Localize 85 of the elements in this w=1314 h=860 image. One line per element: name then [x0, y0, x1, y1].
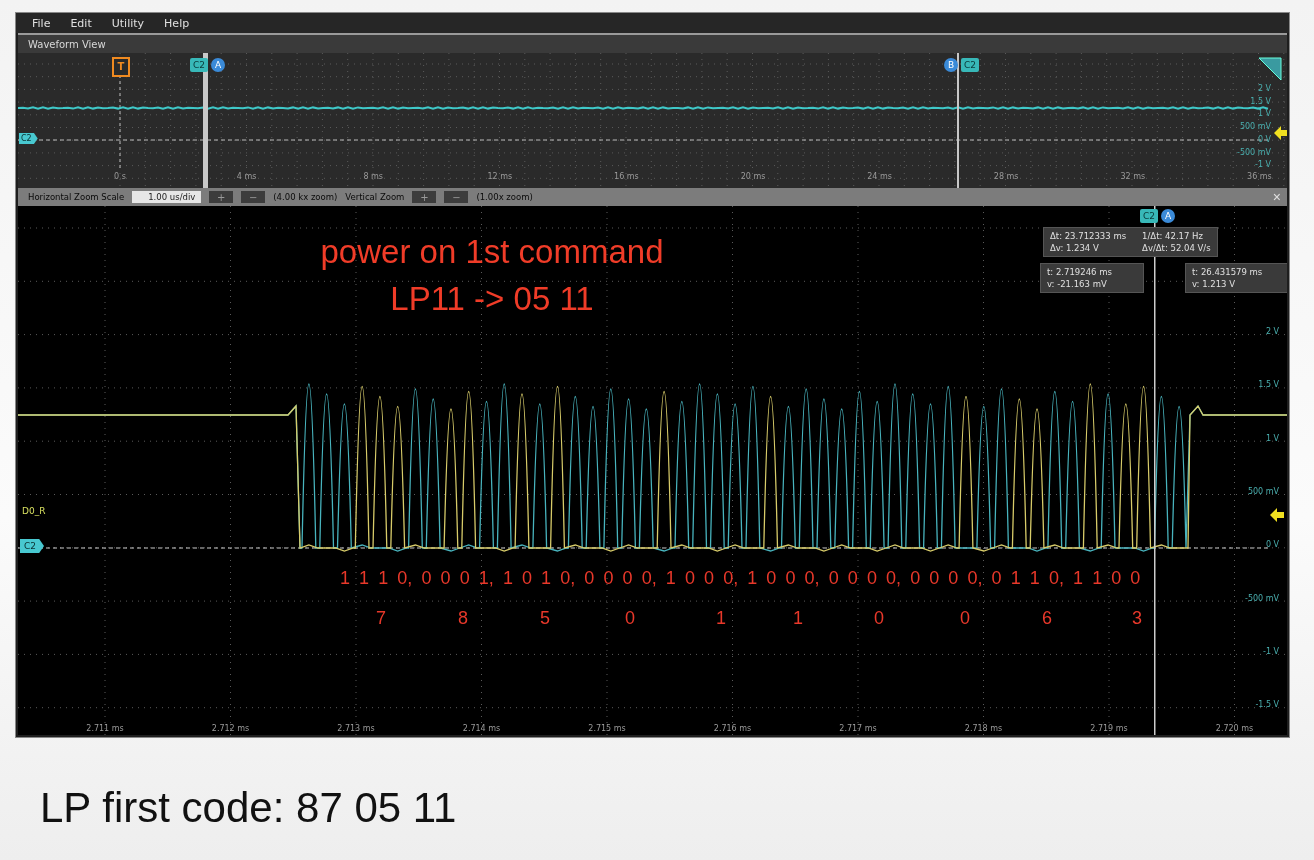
- readout-value: 1/Δt: 42.17 Hz: [1142, 230, 1204, 242]
- zoom-label: Horizontal Zoom Scale: [28, 192, 125, 202]
- axis-label: 20 ms: [740, 172, 766, 181]
- decoded-digit: 7: [376, 608, 386, 629]
- zoom-in-button[interactable]: +: [209, 191, 234, 203]
- axis-label: 2.711 ms: [86, 724, 124, 733]
- trigger-marker: T: [112, 57, 130, 77]
- readout-value: Δt: 23.712333 ms: [1050, 230, 1127, 242]
- axis-label: 2.719 ms: [1090, 724, 1128, 733]
- readout-value: v: -21.163 mV: [1047, 278, 1108, 290]
- axis-label: 0 V: [1257, 134, 1271, 144]
- axis-label: 0 V: [1265, 540, 1279, 550]
- decoded-digit: 1: [716, 608, 726, 629]
- axis-label: 12 ms: [487, 172, 513, 181]
- axis-label: 32 ms: [1120, 172, 1146, 181]
- axis-label: 28 ms: [993, 172, 1019, 181]
- readout-value: Δv: 1.234 V: [1050, 242, 1100, 254]
- readout-value: t: 26.431579 ms: [1192, 266, 1264, 278]
- arrow-left-icon: [1270, 508, 1284, 522]
- axis-label: 2.720 ms: [1215, 724, 1254, 733]
- slide-caption: LP first code: 87 05 11: [40, 784, 458, 832]
- decoded-digit: 1: [793, 608, 803, 629]
- annotation-text: power on 1st command: [320, 232, 664, 272]
- axis-label: 16 ms: [614, 172, 639, 181]
- axis-label: 1.5 V: [1250, 96, 1271, 106]
- axis-label: 2 V: [1257, 84, 1271, 93]
- decoded-digit: 0: [874, 608, 884, 629]
- channel-label: C2: [19, 133, 38, 144]
- axis-label: -500 mV: [1237, 147, 1271, 157]
- bit-sequence: 1 1 1 0, 0 0 0 1, 1 0 1 0, 0 0 0 0, 1 0 0 0, 1 0 0 0, 0 0 0 0, 0 0 0 0, 0 1 1 0, 1 1 0 0: [340, 568, 1141, 589]
- cursor-badge: A: [211, 58, 225, 72]
- decoded-digit: 6: [1042, 608, 1052, 629]
- axis-label: 1 V: [1265, 433, 1279, 443]
- decoded-digit: 5: [540, 608, 550, 629]
- triangle-icon: [1258, 57, 1282, 81]
- cursor-badge: B: [944, 58, 958, 72]
- zoom-out-button[interactable]: −: [444, 191, 469, 203]
- signal-label: D0_R: [22, 506, 46, 516]
- zoom-out-button[interactable]: −: [241, 191, 266, 203]
- channel-badge: C2: [1140, 209, 1158, 223]
- axis-label: 24 ms: [867, 172, 892, 181]
- axis-label: 2.716 ms: [713, 724, 752, 733]
- axis-label: 2.714 ms: [462, 724, 501, 733]
- channel-label: C2: [20, 539, 44, 553]
- decoded-digit: 0: [960, 608, 970, 629]
- zoom-scale-field[interactable]: 1.00 us/div: [132, 191, 202, 203]
- axis-label: -1.5 V: [1255, 700, 1279, 710]
- decoded-digit: 8: [458, 608, 468, 629]
- axis-label: 500 mV: [1239, 122, 1271, 132]
- menu-item[interactable]: Utility: [105, 16, 159, 30]
- axis-label: 2.718 ms: [964, 724, 1003, 733]
- zoom-in-button[interactable]: +: [412, 191, 437, 203]
- zoom-info: (4.00 kx zoom): [273, 192, 338, 202]
- axis-label: 1.5 V: [1258, 380, 1279, 390]
- cursor-badge: A: [1161, 209, 1175, 223]
- axis-label: 1 V: [1257, 109, 1271, 119]
- zoom-label: Vertical Zoom: [345, 192, 405, 202]
- panel-title: Waveform View: [28, 38, 106, 50]
- axis-label: 2.715 ms: [588, 724, 626, 733]
- readout-value: Δv/Δt: 52.04 V/s: [1142, 242, 1211, 254]
- axis-label: 0 s: [114, 172, 126, 181]
- axis-label: -1 V: [1263, 646, 1279, 656]
- channel-badge: C2: [961, 58, 979, 72]
- axis-label: 2.712 ms: [211, 724, 250, 733]
- decoded-digit: 0: [625, 608, 635, 629]
- axis-label: 2.717 ms: [839, 724, 877, 733]
- axis-label: 4 ms: [236, 172, 257, 181]
- menu-item[interactable]: Help: [158, 16, 204, 30]
- axis-label: 2 V: [1265, 327, 1279, 336]
- cursor-line[interactable]: [1154, 206, 1156, 735]
- readout-value: v: 1.213 V: [1192, 278, 1236, 290]
- axis-label: -1 V: [1255, 160, 1271, 170]
- decoded-digit: 3: [1132, 608, 1142, 629]
- menu-item[interactable]: File: [26, 16, 65, 30]
- channel-badge: C2: [190, 58, 208, 72]
- readout-value: t: 2.719246 ms: [1047, 266, 1113, 278]
- zoom-info: (1.00x zoom): [476, 192, 533, 202]
- axis-label: 500 mV: [1247, 486, 1279, 496]
- annotation-text: LP11 -> 05 11: [390, 279, 594, 319]
- axis-label: 2.713 ms: [337, 724, 375, 733]
- axis-label: 8 ms: [363, 172, 383, 181]
- axis-label: 36 ms: [1247, 172, 1272, 181]
- arrow-left-icon: [1274, 126, 1287, 140]
- axis-label: -500 mV: [1245, 593, 1279, 603]
- menu-item[interactable]: Edit: [64, 16, 106, 30]
